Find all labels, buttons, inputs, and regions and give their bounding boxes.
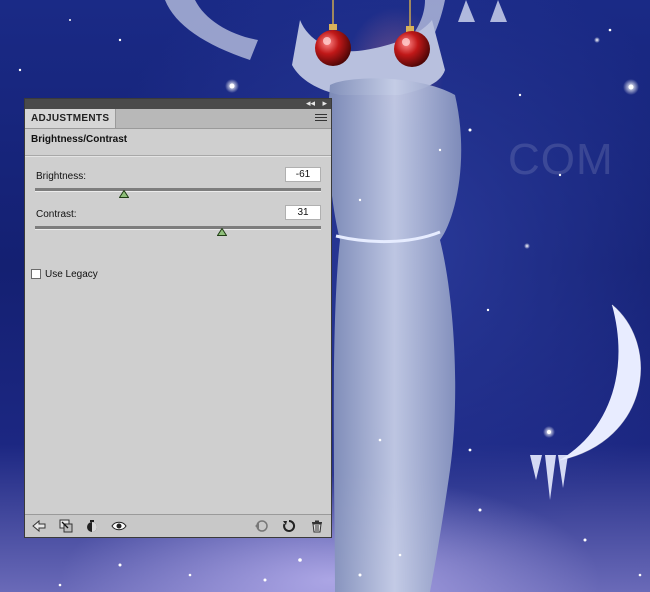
watermark-text: COM: [508, 135, 614, 184]
arrow-left-icon[interactable]: [31, 518, 47, 534]
panel-bottom-toolbar: [25, 514, 331, 537]
panel-tab-row: ADJUSTMENTS: [25, 109, 331, 129]
adjustments-panel: ◂◂ ▸ ADJUSTMENTS Brightness/Contrast Bri…: [24, 98, 332, 538]
tab-adjustments[interactable]: ADJUSTMENTS: [25, 109, 117, 128]
panel-menu-icon[interactable]: [315, 114, 327, 123]
eye-icon[interactable]: [111, 518, 127, 534]
clip-to-layer-icon[interactable]: [58, 518, 74, 534]
close-panel-icon[interactable]: ▸: [322, 98, 327, 108]
use-legacy-checkbox[interactable]: [31, 269, 41, 279]
brightness-label: Brightness:: [36, 171, 87, 182]
collapse-panel-icon[interactable]: ◂◂: [306, 98, 315, 108]
contrast-slider-track[interactable]: [35, 226, 321, 230]
trash-icon[interactable]: [309, 518, 325, 534]
reset-icon[interactable]: [281, 518, 297, 534]
adjustment-title: Brightness/Contrast: [25, 129, 331, 156]
previous-state-icon[interactable]: [253, 518, 269, 534]
brightness-slider-track[interactable]: [35, 188, 321, 192]
use-legacy-label: Use Legacy: [45, 269, 98, 280]
contrast-label: Contrast:: [36, 209, 77, 220]
contrast-slider-thumb[interactable]: [217, 228, 227, 236]
panel-titlebar[interactable]: ◂◂ ▸: [25, 98, 331, 109]
view-previous-state-icon[interactable]: [84, 518, 100, 534]
brightness-slider-thumb[interactable]: [119, 190, 129, 198]
brightness-field[interactable]: -61: [285, 167, 321, 182]
contrast-field[interactable]: 31: [285, 205, 321, 220]
